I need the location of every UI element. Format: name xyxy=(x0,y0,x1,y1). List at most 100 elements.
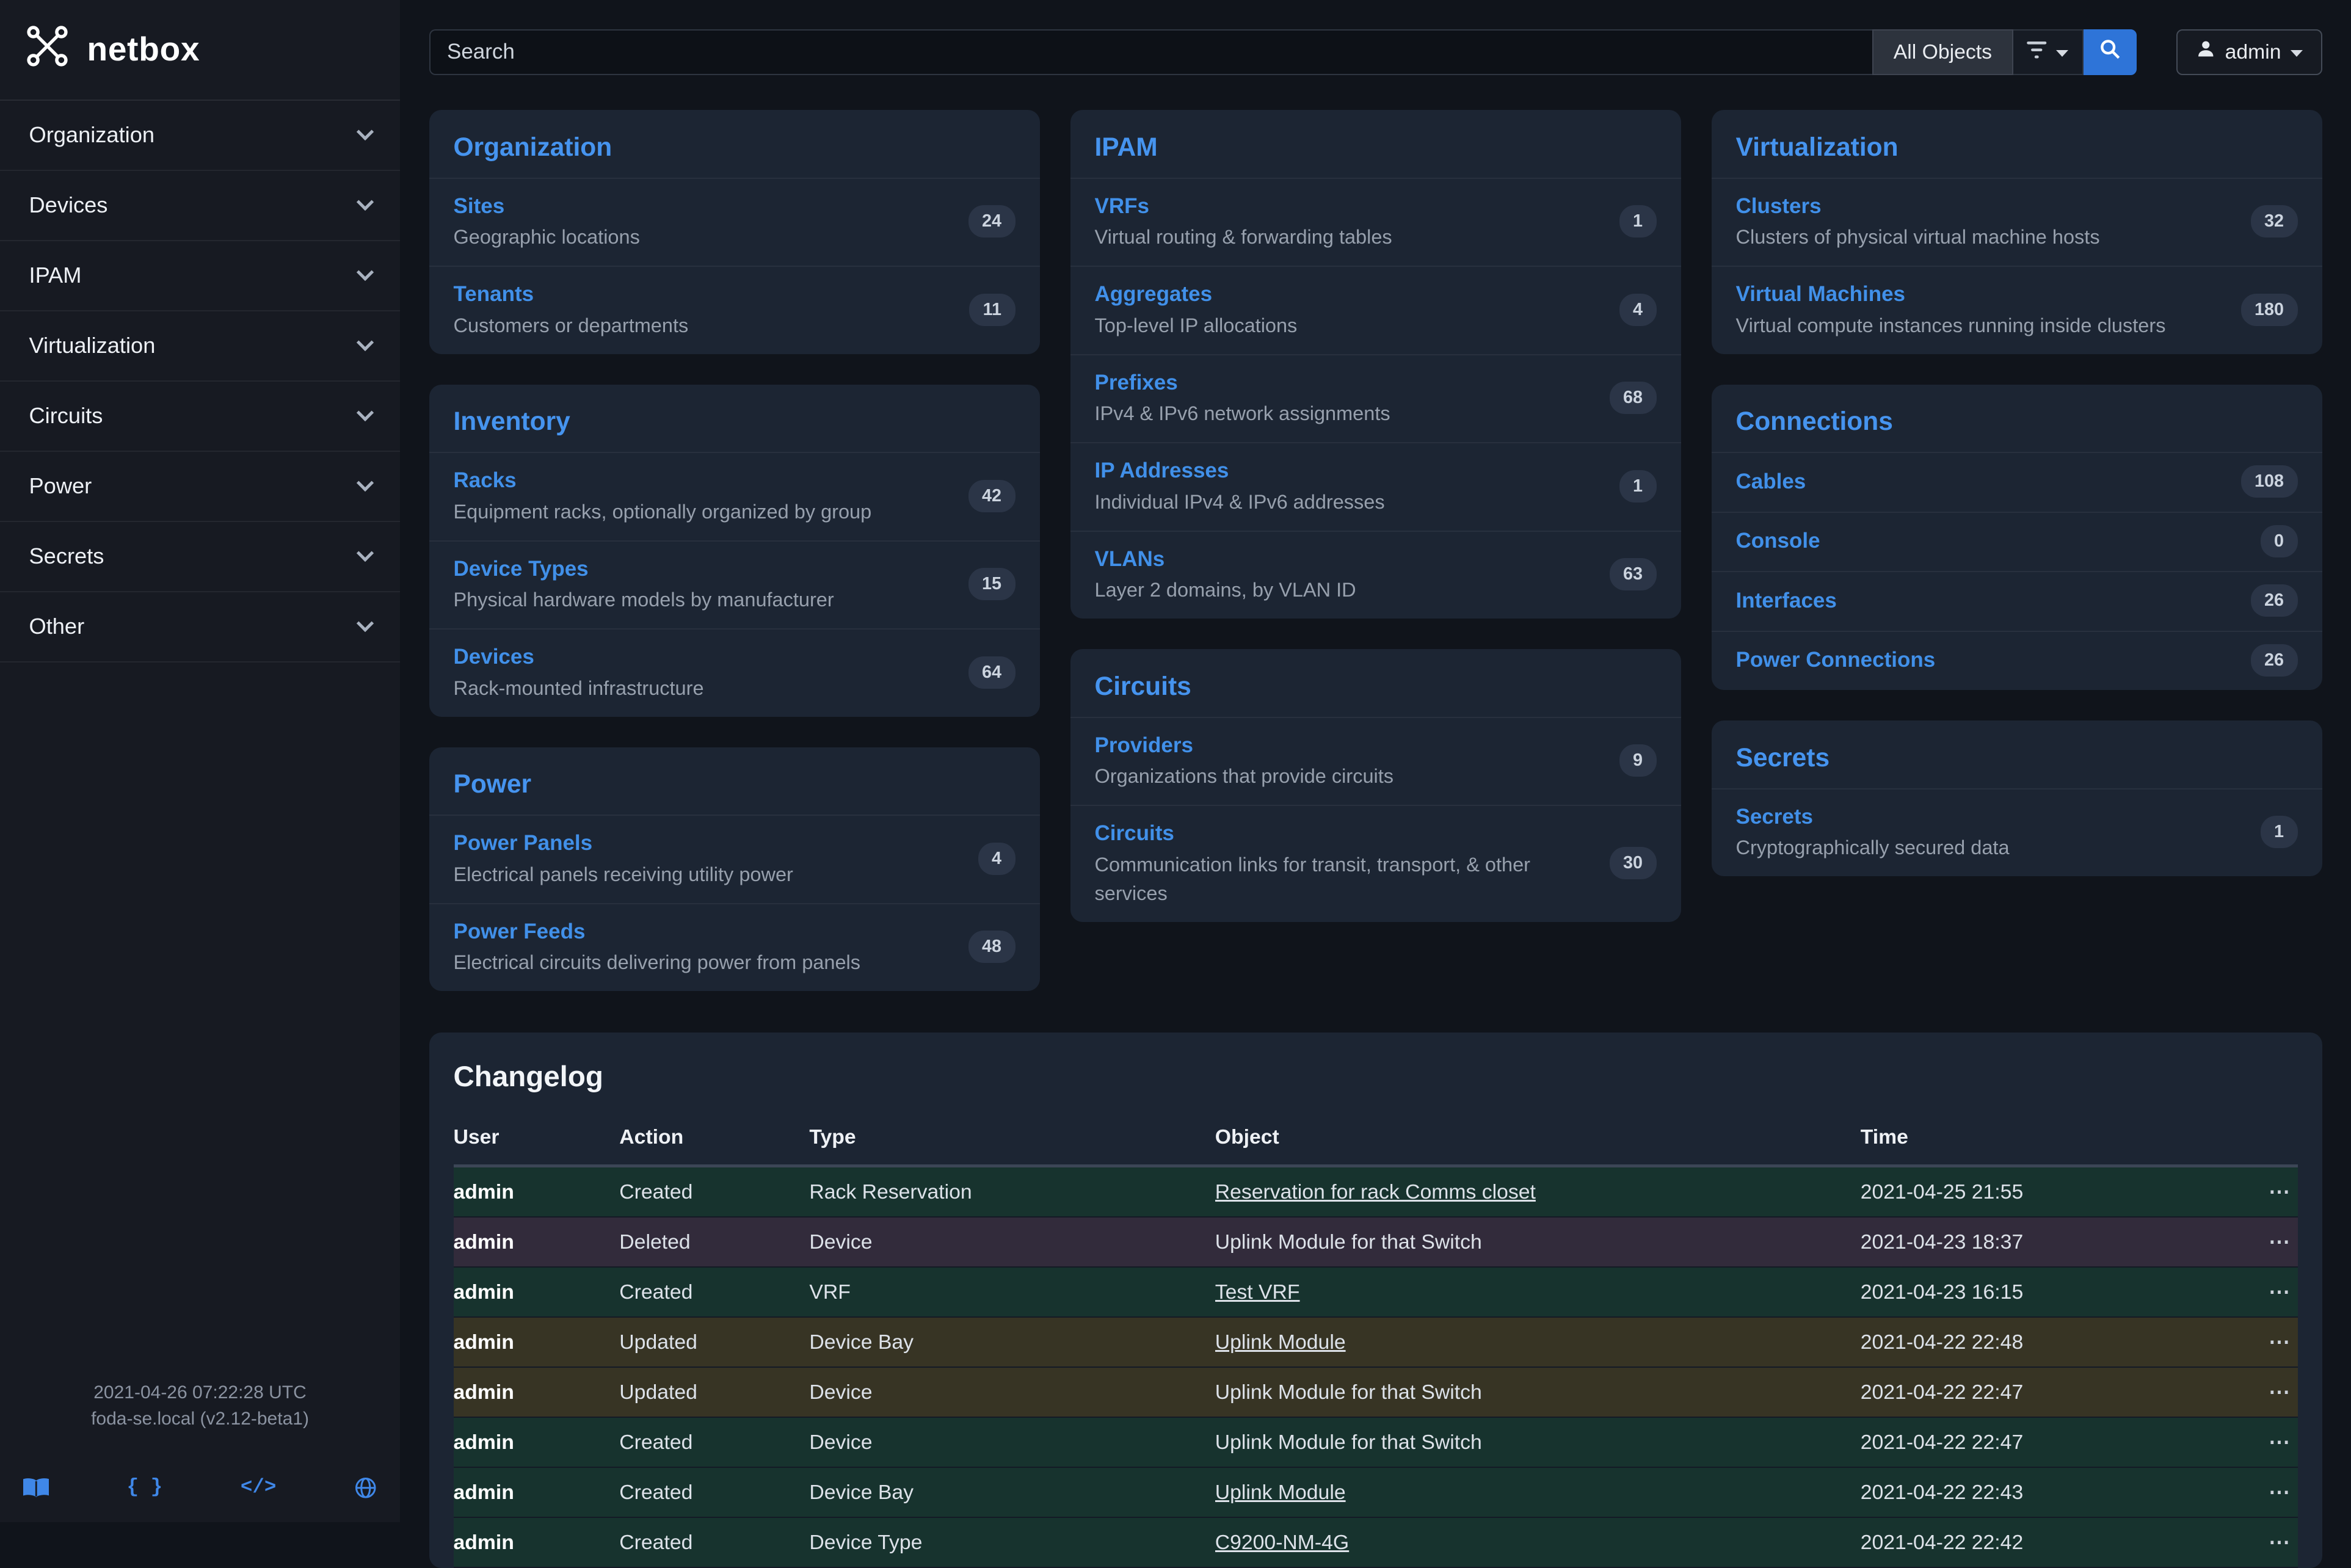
user-menu-button[interactable]: admin xyxy=(2176,29,2322,75)
count-badge[interactable]: 1 xyxy=(2261,816,2298,848)
sidebar-item[interactable]: Circuits xyxy=(0,382,400,452)
count-badge[interactable]: 63 xyxy=(1610,558,1657,590)
netbox-logo[interactable]: netbox xyxy=(0,0,400,100)
item-title-link[interactable]: Prefixes xyxy=(1095,368,1390,398)
cell-actions: ⋯ xyxy=(2198,1217,2297,1267)
count-badge[interactable]: 4 xyxy=(978,843,1016,875)
row-actions-button[interactable]: ⋯ xyxy=(2269,1180,2292,1204)
object-link[interactable]: Uplink Module for that Switch xyxy=(1215,1381,1482,1404)
object-link[interactable]: Uplink Module for that Switch xyxy=(1215,1230,1482,1254)
count-badge[interactable]: 24 xyxy=(968,205,1016,238)
row-actions-button[interactable]: ⋯ xyxy=(2269,1380,2292,1404)
count-badge[interactable]: 11 xyxy=(969,294,1015,326)
item-title-link[interactable]: Devices xyxy=(454,642,704,672)
sidebar-item[interactable]: Secrets xyxy=(0,522,400,592)
card-title-link[interactable]: Connections xyxy=(1712,385,2322,452)
card-title-link[interactable]: Inventory xyxy=(429,385,1040,452)
item-title-link[interactable]: VLANs xyxy=(1095,544,1356,575)
cell-user: admin xyxy=(454,1417,620,1467)
sidebar-item[interactable]: Virtualization xyxy=(0,311,400,382)
card-title-link[interactable]: Power xyxy=(429,747,1040,815)
row-actions-button[interactable]: ⋯ xyxy=(2269,1530,2292,1555)
caret-down-icon xyxy=(2291,50,2303,57)
source-code-icon[interactable]: </> xyxy=(241,1475,277,1501)
item-title-link[interactable]: Sites xyxy=(454,191,640,222)
card-title-link[interactable]: Organization xyxy=(429,110,1040,178)
item-text: Interfaces xyxy=(1736,586,1837,616)
item-title-link[interactable]: IP Addresses xyxy=(1095,456,1385,486)
search-input[interactable] xyxy=(429,29,1873,75)
card-title-link[interactable]: IPAM xyxy=(1070,110,1681,178)
row-actions-button[interactable]: ⋯ xyxy=(2269,1430,2292,1454)
row-actions-button[interactable]: ⋯ xyxy=(2269,1330,2292,1354)
card-virtualization: Virtualization Clusters Clusters of phys… xyxy=(1712,110,2322,354)
object-link[interactable]: Reservation for rack Comms closet xyxy=(1215,1180,1536,1203)
count-badge[interactable]: 180 xyxy=(2241,294,2298,326)
cell-time: 2021-04-22 22:47 xyxy=(1861,1367,2198,1417)
search-scope-button[interactable]: All Objects xyxy=(1872,29,2013,75)
item-title-link[interactable]: Circuits xyxy=(1095,818,1594,849)
sidebar-item[interactable]: IPAM xyxy=(0,241,400,311)
count-badge[interactable]: 9 xyxy=(1619,744,1657,777)
count-badge[interactable]: 64 xyxy=(968,656,1016,689)
card-item: Sites Geographic locations 24 xyxy=(429,178,1040,266)
item-title-link[interactable]: Power Panels xyxy=(454,828,793,858)
count-badge[interactable]: 26 xyxy=(2251,644,2298,677)
card-title-link[interactable]: Secrets xyxy=(1712,720,2322,788)
item-title-link[interactable]: Tenants xyxy=(454,279,689,310)
card-title-link[interactable]: Circuits xyxy=(1070,649,1681,717)
sidebar-item[interactable]: Other xyxy=(0,592,400,662)
search-filter-button[interactable] xyxy=(2013,29,2084,75)
sidebar-item[interactable]: Devices xyxy=(0,171,400,241)
count-badge[interactable]: 48 xyxy=(968,931,1016,963)
sidebar-item[interactable]: Power xyxy=(0,452,400,522)
topbar: All Objects admin xyxy=(429,29,2322,75)
sidebar-item[interactable]: Organization xyxy=(0,101,400,171)
count-badge[interactable]: 1 xyxy=(1619,470,1657,503)
count-badge[interactable]: 68 xyxy=(1610,382,1657,414)
item-title-link[interactable]: Interfaces xyxy=(1736,586,1837,616)
item-description: Virtual routing & forwarding tables xyxy=(1095,223,1392,252)
count-badge[interactable]: 108 xyxy=(2241,465,2298,498)
object-link[interactable]: C9200-NM-4G xyxy=(1215,1531,1349,1554)
item-text: Power Panels Electrical panels receiving… xyxy=(454,828,793,889)
object-link[interactable]: Test VRF xyxy=(1215,1280,1300,1304)
count-badge[interactable]: 0 xyxy=(2261,525,2298,557)
count-badge[interactable]: 42 xyxy=(968,480,1016,512)
object-link[interactable]: Uplink Module xyxy=(1215,1330,1346,1354)
item-title-link[interactable]: Power Feeds xyxy=(454,916,861,947)
object-link[interactable]: Uplink Module xyxy=(1215,1481,1346,1504)
item-title-link[interactable]: VRFs xyxy=(1095,191,1392,222)
count-badge[interactable]: 15 xyxy=(968,568,1016,600)
cell-user: admin xyxy=(454,1267,620,1317)
item-title-link[interactable]: Clusters xyxy=(1736,191,2100,222)
item-description: Clusters of physical virtual machine hos… xyxy=(1736,223,2100,252)
count-badge[interactable]: 32 xyxy=(2251,205,2298,238)
item-title-link[interactable]: Racks xyxy=(454,465,872,496)
count-badge[interactable]: 1 xyxy=(1619,205,1657,238)
object-link[interactable]: Uplink Module for that Switch xyxy=(1215,1431,1482,1454)
card-items: Racks Equipment racks, optionally organi… xyxy=(429,452,1040,717)
item-title-link[interactable]: Virtual Machines xyxy=(1736,279,2166,310)
item-title-link[interactable]: Aggregates xyxy=(1095,279,1298,310)
item-title-link[interactable]: Device Types xyxy=(454,554,834,584)
card-title-link[interactable]: Virtualization xyxy=(1712,110,2322,178)
rest-api-braces-icon[interactable]: { } xyxy=(127,1475,163,1501)
community-globe-icon[interactable] xyxy=(354,1476,377,1500)
row-actions-button[interactable]: ⋯ xyxy=(2269,1480,2292,1504)
search-submit-button[interactable] xyxy=(2084,29,2137,75)
count-badge[interactable]: 4 xyxy=(1619,294,1657,326)
row-actions-button[interactable]: ⋯ xyxy=(2269,1280,2292,1304)
item-title-link[interactable]: Cables xyxy=(1736,466,1806,497)
cell-time: 2021-04-23 16:15 xyxy=(1861,1267,2198,1317)
row-actions-button[interactable]: ⋯ xyxy=(2269,1230,2292,1254)
count-badge[interactable]: 30 xyxy=(1610,847,1657,879)
sidebar-item-label: Secrets xyxy=(29,543,104,569)
item-title-link[interactable]: Secrets xyxy=(1736,802,2010,832)
docs-book-icon[interactable] xyxy=(23,1477,49,1498)
count-badge[interactable]: 26 xyxy=(2251,584,2298,617)
item-title-link[interactable]: Power Connections xyxy=(1736,645,1936,675)
changelog-row: admin Created VRF Test VRF 2021-04-23 16… xyxy=(454,1267,2298,1317)
item-title-link[interactable]: Providers xyxy=(1095,730,1394,761)
item-title-link[interactable]: Console xyxy=(1736,526,1820,556)
